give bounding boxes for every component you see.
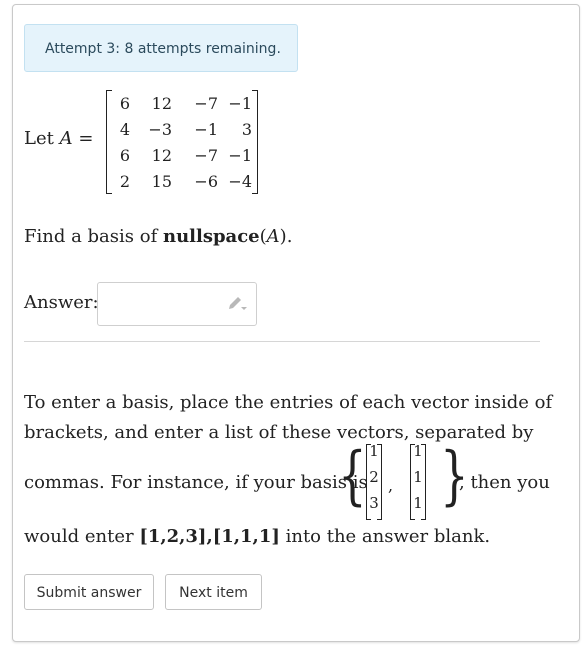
divider xyxy=(24,341,540,342)
line4-prefix: would enter xyxy=(24,526,134,547)
vector-entry: 1 xyxy=(369,442,379,460)
matrix-cell: 15 xyxy=(151,172,172,191)
example-vector-1: 1 2 3 xyxy=(366,442,382,520)
let-statement: Let A = xyxy=(24,128,93,149)
vector-entry: 3 xyxy=(369,494,379,512)
matrix-cell: 12 xyxy=(151,94,172,113)
matrix-name: A xyxy=(59,128,73,149)
example-basis: { 1 2 3 , 1 1 1 } xyxy=(338,439,469,522)
matrix-cell: −4 xyxy=(228,172,252,191)
next-item-button[interactable]: Next item xyxy=(165,574,262,610)
instructions-line-3-prefix: commas. For instance, if your basis is xyxy=(24,472,368,493)
vector-separator: , xyxy=(388,476,394,495)
matrix-right-bracket xyxy=(252,90,258,194)
attempts-alert: Attempt 3: 8 attempts remaining. xyxy=(24,24,298,72)
find-prefix: Find a basis of xyxy=(24,226,158,247)
matrix-cell: −1 xyxy=(228,94,252,113)
matrix-a: 6 12 −7 −1 4 −3 −1 3 6 12 −7 −1 2 15 −6 −4 xyxy=(106,90,258,194)
matrix-cell: 12 xyxy=(151,146,172,165)
open-brace: { xyxy=(338,439,367,513)
submit-answer-button[interactable]: Submit answer xyxy=(24,574,154,610)
matrix-cell: 2 xyxy=(119,172,130,191)
matrix-cell: −3 xyxy=(148,120,172,139)
vector-entry: 2 xyxy=(369,468,379,486)
answer-input[interactable] xyxy=(97,282,257,326)
vector-entry: 1 xyxy=(413,442,423,460)
matrix-cell: 6 xyxy=(119,94,130,113)
vector-entry: 1 xyxy=(413,468,423,486)
matrix-cell: −7 xyxy=(194,146,218,165)
matrix-cell: −7 xyxy=(194,94,218,113)
example-answer-code: [1,2,3],[1,1,1] xyxy=(139,526,280,547)
instructions-line-4: would enter [1,2,3],[1,1,1] into the ans… xyxy=(24,526,490,547)
matrix-cell: −6 xyxy=(194,172,218,191)
instructions-line-3-suffix: , then you xyxy=(459,472,550,493)
matrix-cell: 6 xyxy=(119,146,130,165)
nullspace-label: nullspace xyxy=(162,226,260,247)
vector-entry: 1 xyxy=(413,494,423,512)
let-prefix: Let xyxy=(24,128,54,149)
matrix-cell: 4 xyxy=(119,120,130,139)
paren-open: ( xyxy=(259,226,267,247)
find-basis-prompt: Find a basis of nullspace(A). xyxy=(24,226,292,247)
matrix-cell: 3 xyxy=(241,120,252,139)
matrix-cell: −1 xyxy=(194,120,218,139)
find-suffix: ). xyxy=(279,226,293,247)
find-var: A xyxy=(266,226,280,247)
pencil-icon[interactable] xyxy=(226,295,248,313)
line4-suffix: into the answer blank. xyxy=(285,526,491,547)
instructions-line-1: To enter a basis, place the entries of e… xyxy=(24,392,553,413)
matrix-cell: −1 xyxy=(228,146,252,165)
example-vector-2: 1 1 1 xyxy=(410,442,426,520)
answer-label: Answer: xyxy=(24,292,99,313)
equals-sign: = xyxy=(78,128,94,149)
